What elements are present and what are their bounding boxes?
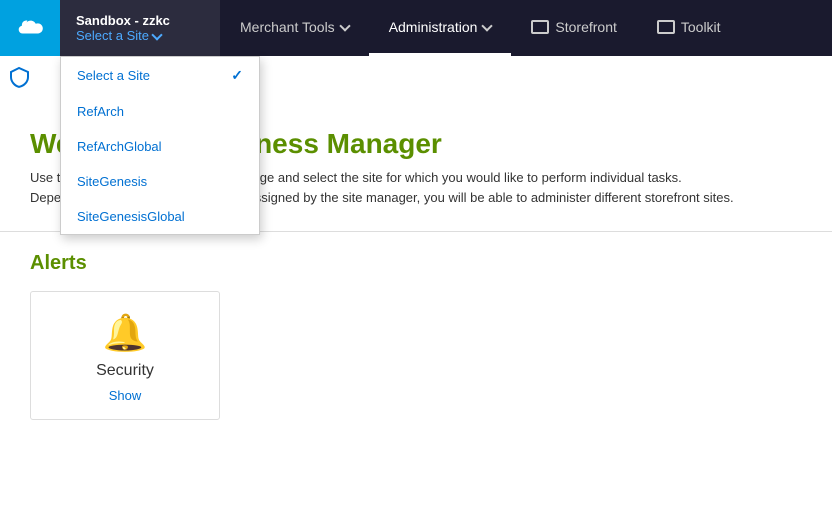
select-site-label: Select a Site (76, 28, 149, 43)
nav-item-merchant-tools[interactable]: Merchant Tools (220, 0, 369, 56)
toolkit-label: Toolkit (681, 19, 721, 35)
dropdown-item-label: SiteGenesis (77, 174, 147, 189)
security-alert-show-link[interactable]: Show (109, 388, 142, 403)
toolkit-window-icon (657, 20, 675, 34)
security-alert-card: 🔔 Security Show (30, 291, 220, 420)
shield-icon (8, 66, 30, 88)
merchant-tools-label: Merchant Tools (240, 19, 335, 35)
dropdown-item-refarchglobal[interactable]: RefArchGlobal (61, 129, 259, 164)
nav-items: Merchant Tools Administration Storefront… (220, 0, 832, 56)
topbar: Sandbox - zzkc Select a Site Merchant To… (0, 0, 832, 56)
administration-chevron-icon (482, 20, 493, 31)
dropdown-item-label: RefArch (77, 104, 124, 119)
dropdown-item-select-a-site[interactable]: Select a Site ✓ (61, 57, 259, 94)
dropdown-item-label: RefArchGlobal (77, 139, 162, 154)
alerts-title: Alerts (30, 252, 802, 275)
administration-label: Administration (389, 19, 478, 35)
storefront-window-icon (531, 20, 549, 34)
nav-item-toolkit[interactable]: Toolkit (637, 0, 741, 56)
salesforce-logo[interactable] (0, 0, 60, 56)
nav-item-storefront[interactable]: Storefront (511, 0, 636, 56)
bell-icon: 🔔 (103, 312, 148, 354)
storefront-label: Storefront (555, 19, 616, 35)
dropdown-item-sitegenesis[interactable]: SiteGenesis (61, 164, 259, 199)
sandbox-info: Sandbox - zzkc Select a Site (60, 0, 220, 56)
select-site-button[interactable]: Select a Site (76, 28, 204, 43)
sandbox-name: Sandbox - zzkc (76, 13, 204, 28)
merchant-tools-chevron-icon (339, 20, 350, 31)
security-alert-label: Security (96, 362, 154, 380)
site-dropdown: Select a Site ✓ RefArch RefArchGlobal Si… (60, 56, 260, 235)
alerts-section: Alerts 🔔 Security Show (30, 252, 802, 420)
dropdown-item-label: SiteGenesisGlobal (77, 209, 185, 224)
select-site-chevron-icon (151, 29, 162, 40)
dropdown-item-label: Select a Site (77, 68, 150, 83)
dropdown-item-refarch[interactable]: RefArch (61, 94, 259, 129)
dropdown-item-sitegenesiglobal[interactable]: SiteGenesisGlobal (61, 199, 259, 234)
selected-checkmark-icon: ✓ (231, 67, 243, 84)
nav-item-administration[interactable]: Administration (369, 0, 512, 56)
